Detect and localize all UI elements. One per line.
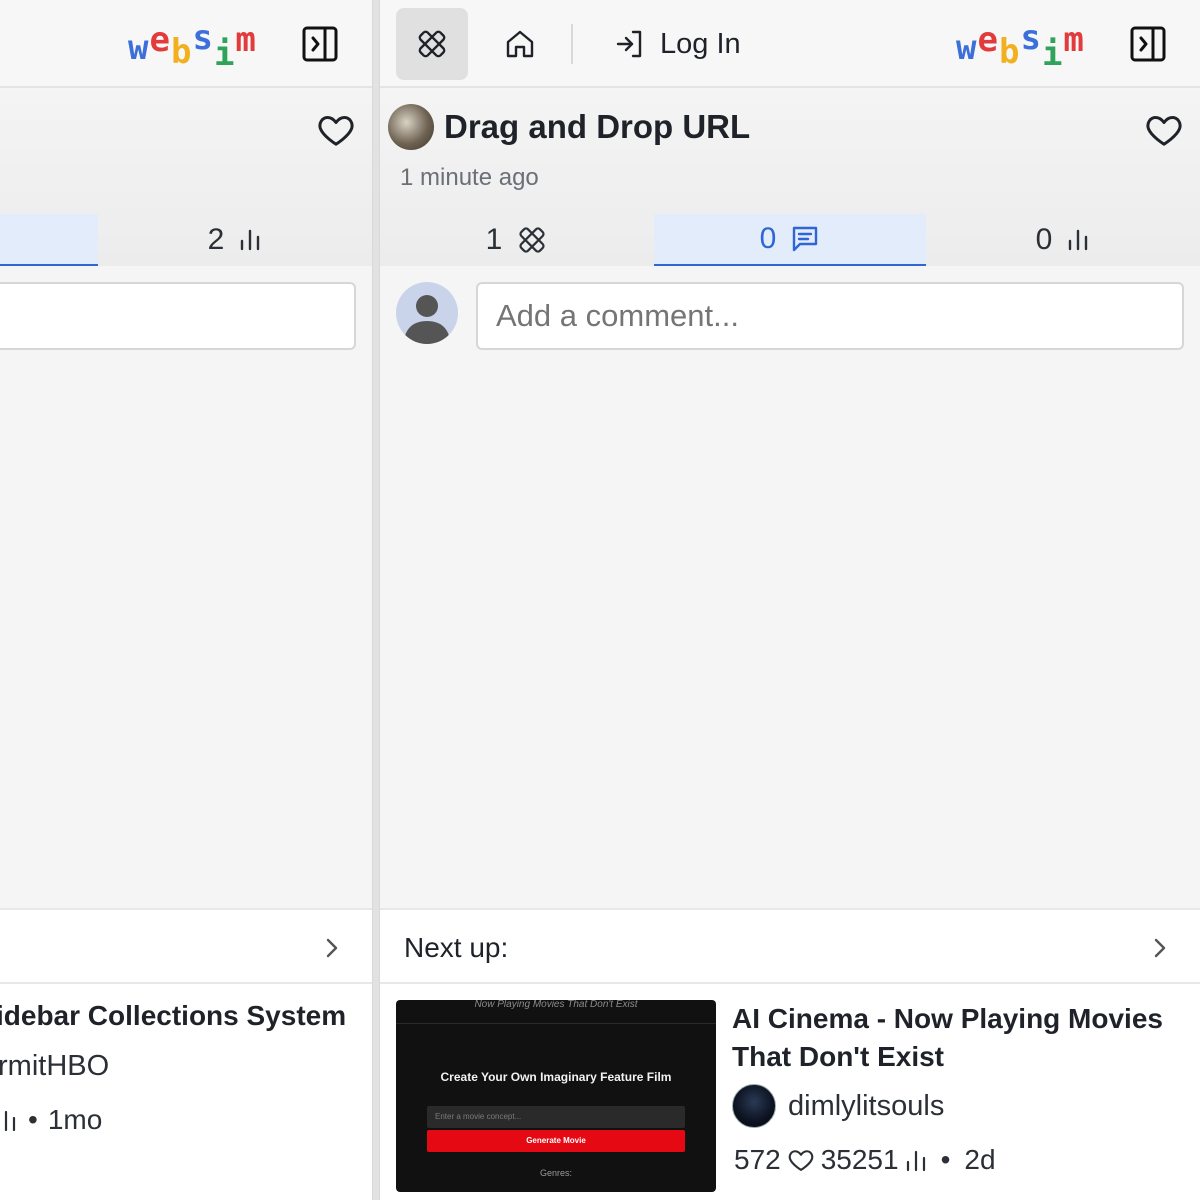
toolbar-separator <box>571 24 573 64</box>
next-item-thumbnail[interactable]: Now Playing Movies That Don't Exist Crea… <box>396 1000 716 1192</box>
bar-chart-icon <box>1069 229 1088 251</box>
next-item-author[interactable]: dimlylitsouls <box>788 1090 944 1123</box>
likes-count: 572 <box>734 1144 781 1175</box>
websim-logo[interactable]: websim <box>128 18 257 74</box>
heart-icon[interactable] <box>316 110 356 150</box>
tab-count: 1 <box>485 223 503 256</box>
home-icon <box>506 30 534 58</box>
next-item-title[interactable]: idebar Collections System <box>0 1000 346 1032</box>
left-nextup-bar[interactable] <box>0 908 372 984</box>
tab-count: 0 <box>759 222 777 255</box>
home-button[interactable] <box>484 8 556 80</box>
next-item-stats: 572 35251 • 2d <box>734 1144 996 1175</box>
thumbnail-heading: Create Your Own Imaginary Feature Film <box>440 1070 672 1084</box>
tab-count: 2 <box>207 223 225 256</box>
login-icon <box>616 30 642 58</box>
views-count: 35251 <box>820 1144 899 1175</box>
chevron-right-icon[interactable] <box>318 934 346 962</box>
tab-count: 0 <box>1035 223 1053 256</box>
right-header: Drag and Drop URL 1 minute ago 1 0 0 <box>380 90 1200 266</box>
next-item-age: 1mo <box>47 1104 103 1135</box>
user-silhouette-icon <box>404 295 450 344</box>
left-next-item[interactable]: idebar Collections System rmitHBO • 1mo <box>0 984 372 1200</box>
comment-icon <box>793 226 818 252</box>
page-title: Drag and Drop URL <box>444 108 751 145</box>
next-item-author[interactable]: rmitHBO <box>0 1050 109 1083</box>
next-item-stats: • 1mo <box>0 1104 102 1136</box>
remix-icon <box>418 30 446 58</box>
user-avatar <box>396 282 458 344</box>
heart-icon[interactable] <box>1144 110 1184 150</box>
bar-chart-icon <box>241 229 260 251</box>
panel-toggle-icon[interactable] <box>302 26 338 62</box>
remix-button[interactable] <box>396 8 468 80</box>
login-button[interactable]: Log In <box>614 24 741 64</box>
pane-divider[interactable] <box>372 0 380 1200</box>
heart-icon <box>788 1150 813 1171</box>
page-timestamp: 1 minute ago <box>400 164 539 191</box>
tab-comments[interactable]: 0 <box>654 214 926 266</box>
panel-toggle-icon[interactable] <box>1130 26 1166 62</box>
next-item-author-row[interactable]: dimlylitsouls <box>732 1084 944 1128</box>
author-avatar[interactable] <box>732 1084 776 1128</box>
comment-input[interactable] <box>476 282 1184 350</box>
right-topbar: Log In websim <box>380 0 1200 88</box>
thumbnail-genres: Genres: <box>539 1168 572 1178</box>
chevron-right-icon[interactable] <box>1146 934 1174 962</box>
login-label: Log In <box>660 27 741 60</box>
left-topbar: websim <box>0 0 372 88</box>
thumbnail-input: Enter a movie concept... <box>427 1106 685 1128</box>
websim-logo[interactable]: websim <box>956 18 1085 74</box>
next-item-age: 2d <box>964 1144 996 1175</box>
bar-chart-icon <box>906 1150 925 1172</box>
left-header: 2 <box>0 90 372 266</box>
thumbnail-generate-button: Generate Movie <box>427 1130 685 1152</box>
next-item-title[interactable]: AI Cinema - Now Playing Movies That Don'… <box>732 1000 1182 1076</box>
nextup-bar[interactable]: Next up: <box>380 908 1200 984</box>
right-pane: Log In websim Drag and Drop URL 1 minute… <box>380 0 1200 1200</box>
thumbnail-top-text: Now Playing Movies That Don't Exist <box>396 1000 716 1024</box>
left-tab-views[interactable]: 2 <box>98 214 372 266</box>
tab-remixes[interactable]: 1 <box>380 214 654 266</box>
left-tab-comments[interactable] <box>0 214 98 266</box>
bar-chart-icon <box>4 1110 16 1132</box>
next-item[interactable]: Now Playing Movies That Don't Exist Crea… <box>380 984 1200 1200</box>
nextup-label: Next up: <box>404 932 509 963</box>
creator-avatar[interactable] <box>388 104 434 150</box>
tab-views[interactable]: 0 <box>926 214 1200 266</box>
remix-icon <box>519 227 545 253</box>
left-pane: websim 2 idebar Collections System rmitH… <box>0 0 372 1200</box>
left-comment-input[interactable] <box>0 282 356 350</box>
